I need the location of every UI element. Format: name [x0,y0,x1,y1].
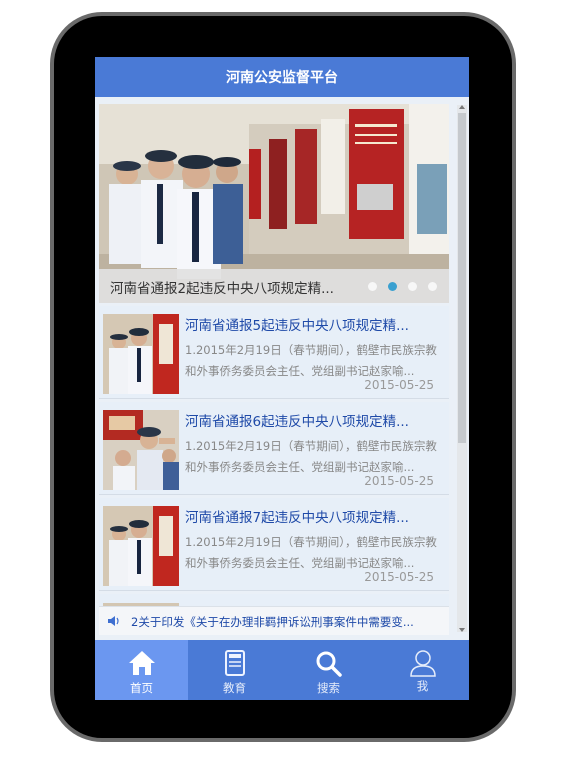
book-icon [224,650,245,676]
news-item[interactable]: 河南省通报6起违反中央八项规定精... 1.2015年2月19日（春节期间），鹤… [99,402,449,495]
announcement-ticker[interactable]: 2关于印发《关于在办理非羁押诉讼刑事案件中需要变... [99,606,449,635]
tab-label: 教育 [223,681,246,695]
news-date: 2015-05-25 [364,474,434,488]
news-description: 1.2015年2月19日（春节期间），鹤壁市民族宗教和外事侨务委员会主任、党组副… [185,439,437,474]
news-title[interactable]: 河南省通报5起违反中央八项规定精... [185,314,440,334]
news-thumbnail [103,314,179,394]
tab-label: 我 [416,679,429,693]
search-icon [316,651,342,677]
news-date: 2015-05-25 [364,570,434,584]
scrollbar-thumb[interactable] [458,113,466,443]
news-date: 2015-05-25 [364,378,434,392]
user-icon [409,650,436,677]
carousel-dot[interactable] [408,282,417,291]
news-title[interactable]: 河南省通报7起违反中央八项规定精... [185,506,440,526]
scroll-up-arrow[interactable] [459,105,465,109]
app-header: 河南公安监督平台 [95,57,469,97]
tab-home[interactable]: 首页 [95,640,188,700]
carousel-dot-active[interactable] [388,282,397,291]
banner-caption-text[interactable]: 河南省通报2起违反中央八项规定精... [110,277,360,297]
news-item[interactable]: 河南省通报7起违反中央八项规定精... 1.2015年2月19日（春节期间），鹤… [99,498,449,591]
carousel-dot[interactable] [368,282,377,291]
carousel-dot[interactable] [428,282,437,291]
news-description: 1.2015年2月19日（春节期间），鹤壁市民族宗教和外事侨务委员会主任、党组副… [185,343,437,378]
carousel-dots [368,282,437,291]
news-thumbnail [103,410,179,490]
tab-education[interactable]: 教育 [188,640,281,700]
home-icon [128,651,155,675]
banner-carousel[interactable]: 河南省通报2起违反中央八项规定精... [99,104,449,303]
tab-label: 首页 [130,681,153,695]
content-area[interactable]: 河南省通报2起违反中央八项规定精... 河南省通报5起违反中央八项规定精... … [95,97,469,640]
tab-label: 搜索 [317,681,340,695]
tab-me[interactable]: 我 [376,640,469,700]
app-screen: 河南公安监督平台 河南省通报2起违反中央八项规定精... 河南省通报5起违反中央… [95,57,469,700]
banner-caption[interactable]: 河南省通报2起违反中央八项规定精... [99,269,449,303]
news-description: 1.2015年2月19日（春节期间），鹤壁市民族宗教和外事侨务委员会主任、党组副… [185,535,437,570]
ticker-text[interactable]: 2关于印发《关于在办理非羁押诉讼刑事案件中需要变... [131,614,436,630]
tab-search[interactable]: 搜索 [282,640,375,700]
bottom-tab-bar: 首页 教育 搜索 我 [95,640,469,700]
speaker-icon [108,616,119,626]
news-thumbnail [103,506,179,586]
scroll-down-arrow[interactable] [459,628,465,632]
app-title: 河南公安监督平台 [226,70,338,86]
scrollbar[interactable] [457,105,467,632]
news-title[interactable]: 河南省通报6起违反中央八项规定精... [185,410,440,430]
news-item[interactable]: 河南省通报5起违反中央八项规定精... 1.2015年2月19日（春节期间），鹤… [99,306,449,399]
